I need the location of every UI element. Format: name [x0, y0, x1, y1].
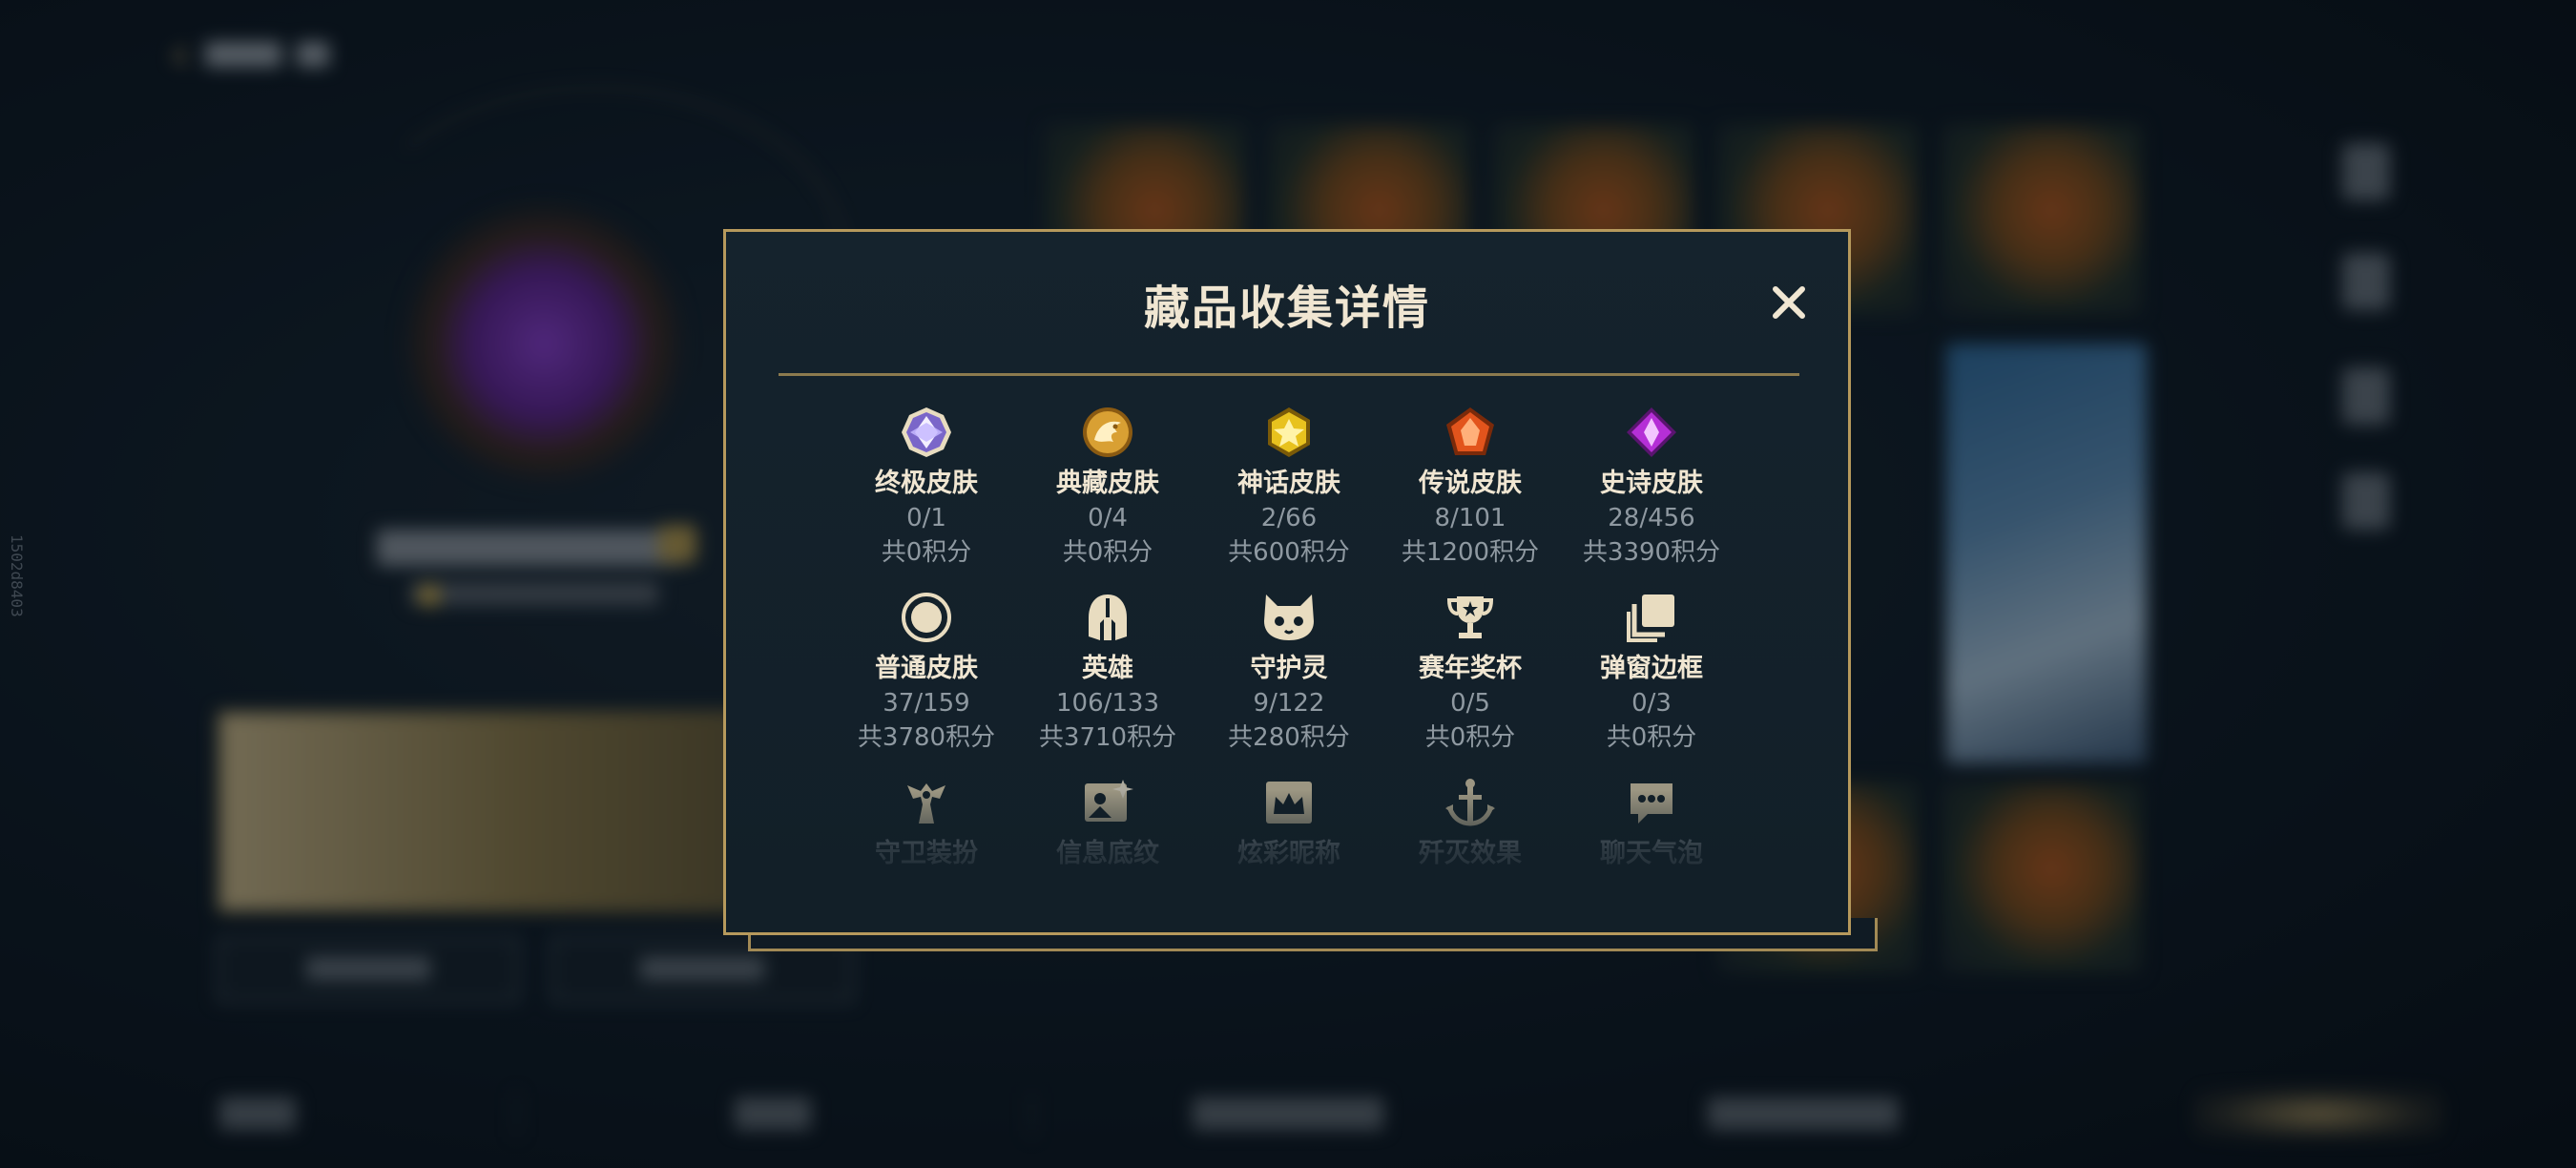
- item-name: 典藏皮肤: [1056, 469, 1159, 498]
- item-points: 共3710积分: [1038, 723, 1177, 752]
- item-count: 28/456: [1608, 504, 1695, 532]
- item-count: 2/66: [1260, 504, 1318, 532]
- item-name: 英雄: [1082, 654, 1133, 683]
- item-name: 聊天气泡: [1600, 839, 1703, 868]
- item-points: 共600积分: [1228, 538, 1350, 567]
- collection-item-season-trophy[interactable]: 赛年奖杯 0/5 共0积分: [1380, 587, 1561, 755]
- item-name: 守卫装扮: [875, 839, 978, 868]
- chat-bubble-icon: [1631, 783, 1672, 824]
- collection-details-dialog: 藏品收集详情 终极皮肤 0/1 共0积分 典藏皮肤 0/4 共0积分 神话皮肤 …: [723, 229, 1851, 935]
- item-points: 共0积分: [881, 538, 972, 567]
- guardian-pet-icon: [1264, 594, 1314, 640]
- collection-item-prestige-skin[interactable]: 典藏皮肤 0/4 共0积分: [1017, 402, 1198, 570]
- epic-skin-icon: [1627, 407, 1676, 457]
- item-points: 共3780积分: [857, 723, 996, 752]
- common-skin-icon: [902, 593, 951, 642]
- collection-item-colorful-nickname[interactable]: 炫彩昵称: [1198, 772, 1380, 871]
- colorful-nickname-icon: [1266, 782, 1312, 824]
- item-count: 0/4: [1088, 504, 1128, 532]
- collection-item-ultimate-skin[interactable]: 终极皮肤 0/1 共0积分: [836, 402, 1017, 570]
- title-divider: [779, 373, 1799, 376]
- item-name: 史诗皮肤: [1600, 469, 1703, 498]
- item-name: 普通皮肤: [875, 654, 978, 683]
- item-name: 神话皮肤: [1237, 469, 1340, 498]
- collection-item-champion[interactable]: 英雄 106/133 共3710积分: [1017, 587, 1198, 755]
- collection-item-common-skin[interactable]: 普通皮肤 37/159 共3780积分: [836, 587, 1017, 755]
- item-count: 37/159: [883, 689, 970, 718]
- item-count: 0/5: [1450, 689, 1490, 718]
- popup-frame-icon: [1627, 594, 1674, 642]
- item-points: 共0积分: [1606, 723, 1697, 752]
- item-name: 赛年奖杯: [1419, 654, 1522, 683]
- item-count: 0/1: [906, 504, 946, 532]
- item-name: 守护灵: [1250, 654, 1328, 683]
- collection-item-elimination-effect[interactable]: 歼灭效果: [1380, 772, 1561, 871]
- ward-skin-icon: [907, 783, 945, 824]
- item-points: 共3390积分: [1582, 538, 1721, 567]
- item-points: 共0积分: [1062, 538, 1153, 567]
- item-name: 弹窗边框: [1600, 654, 1703, 683]
- close-x-icon: [1773, 286, 1805, 319]
- prestige-skin-icon: [1083, 407, 1132, 457]
- item-count: 8/101: [1434, 504, 1506, 532]
- collection-item-chat-bubble[interactable]: 聊天气泡: [1561, 772, 1742, 871]
- item-name: 终极皮肤: [875, 469, 978, 498]
- item-points: 共0积分: [1424, 723, 1516, 752]
- item-name: 传说皮肤: [1419, 469, 1522, 498]
- elimination-effect-icon: [1445, 779, 1495, 826]
- collection-item-mythic-skin[interactable]: 神话皮肤 2/66 共600积分: [1198, 402, 1380, 570]
- item-count: 0/3: [1631, 689, 1672, 718]
- dialog-title: 藏品收集详情: [1143, 282, 1430, 335]
- collection-item-epic-skin[interactable]: 史诗皮肤 28/456 共3390积分: [1561, 402, 1742, 570]
- collection-item-ward-skin[interactable]: 守卫装扮: [836, 772, 1017, 871]
- item-points: 共1200积分: [1401, 538, 1540, 567]
- collection-item-profile-background[interactable]: 信息底纹: [1017, 772, 1198, 871]
- ultimate-skin-icon: [902, 407, 951, 457]
- side-id-text: 1502d8403: [8, 534, 26, 617]
- mythic-skin-icon: [1268, 407, 1310, 457]
- item-name: 炫彩昵称: [1237, 839, 1340, 868]
- legendary-skin-icon: [1446, 407, 1494, 455]
- profile-background-icon: [1085, 780, 1133, 822]
- item-count: 106/133: [1055, 689, 1159, 718]
- season-trophy-icon: [1446, 596, 1494, 638]
- collection-item-popup-frame[interactable]: 弹窗边框 0/3 共0积分: [1561, 587, 1742, 755]
- collection-item-legendary-skin[interactable]: 传说皮肤 8/101 共1200积分: [1380, 402, 1561, 570]
- game-screen: ‹ 1502d8403 藏品收集详情 终极皮肤 0/1 共0积分 典藏皮肤 0/…: [0, 0, 2576, 1168]
- collection-item-guardian[interactable]: 守护灵 9/122 共280积分: [1198, 587, 1380, 755]
- close-button[interactable]: [1761, 275, 1817, 330]
- item-points: 共280积分: [1228, 723, 1350, 752]
- item-name: 歼灭效果: [1419, 839, 1522, 868]
- item-count: 9/122: [1253, 689, 1325, 718]
- champion-helmet-icon: [1089, 594, 1127, 640]
- item-name: 信息底纹: [1056, 839, 1159, 868]
- collection-grid: 终极皮肤 0/1 共0积分 典藏皮肤 0/4 共0积分 神话皮肤 2/66 共6…: [836, 402, 1742, 871]
